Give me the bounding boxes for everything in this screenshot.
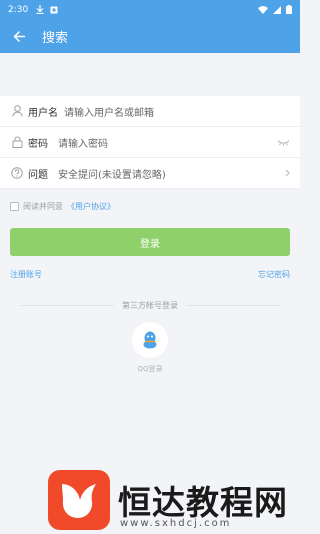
app-notification-icon xyxy=(50,6,58,13)
watermark-url: www.sxhdcj.com xyxy=(120,518,232,529)
signal-icon xyxy=(273,5,281,14)
password-label: 密码 xyxy=(28,138,48,150)
watermark-logo xyxy=(48,470,110,530)
back-button[interactable] xyxy=(8,25,30,47)
chevron-right-icon xyxy=(274,169,290,177)
password-input[interactable]: 请输入密码 xyxy=(58,135,274,150)
register-link[interactable]: 注册账号 xyxy=(10,269,42,280)
status-bar: 2:30 xyxy=(0,0,300,19)
qq-login-button[interactable] xyxy=(132,322,168,358)
username-label: 用户名 xyxy=(28,107,58,119)
arrow-left-icon xyxy=(13,30,25,42)
login-form: 用户名 请输入用户名或邮箱 密码 请输入密码 问题 安全提问(未设置请忽略) xyxy=(0,96,300,189)
question-label: 问题 xyxy=(28,169,48,181)
status-time: 2:30 xyxy=(8,4,29,15)
password-row[interactable]: 密码 请输入密码 xyxy=(0,127,300,158)
divider-line xyxy=(186,305,281,306)
agreement: 阅读并同意 《用户协议》 xyxy=(10,201,115,212)
account-links: 注册账号 忘记密码 xyxy=(10,269,290,280)
question-icon xyxy=(10,166,24,180)
agreement-checkbox[interactable] xyxy=(10,202,19,211)
forgot-password-link[interactable]: 忘记密码 xyxy=(258,269,290,280)
lock-icon xyxy=(10,135,24,149)
qq-login-label: QQ登录 xyxy=(137,365,163,373)
wifi-icon xyxy=(258,5,268,14)
system-icons xyxy=(258,5,292,14)
agreement-text: 阅读并同意 xyxy=(23,202,63,211)
qq-icon xyxy=(143,331,157,349)
username-input[interactable]: 请输入用户名或邮箱 xyxy=(64,104,290,119)
login-button[interactable]: 登录 xyxy=(10,228,290,256)
divider-line xyxy=(19,305,114,306)
page-title: 搜索 xyxy=(42,30,69,46)
third-party-divider: 第三方帐号登录 xyxy=(0,300,300,311)
user-icon xyxy=(10,104,24,118)
watermark-brand: 恒达教程网 xyxy=(118,483,288,522)
battery-icon xyxy=(286,5,292,14)
username-row[interactable]: 用户名 请输入用户名或邮箱 xyxy=(0,96,300,127)
question-row[interactable]: 问题 安全提问(未设置请忽略) xyxy=(0,158,300,189)
question-select[interactable]: 安全提问(未设置请忽略) xyxy=(58,166,274,181)
notification-icons xyxy=(36,5,58,14)
eye-closed-icon[interactable] xyxy=(274,139,290,146)
third-party-title: 第三方帐号登录 xyxy=(122,301,178,310)
app-bar: 搜索 xyxy=(0,19,300,53)
download-icon xyxy=(36,5,44,14)
user-agreement-link[interactable]: 《用户协议》 xyxy=(67,201,115,212)
